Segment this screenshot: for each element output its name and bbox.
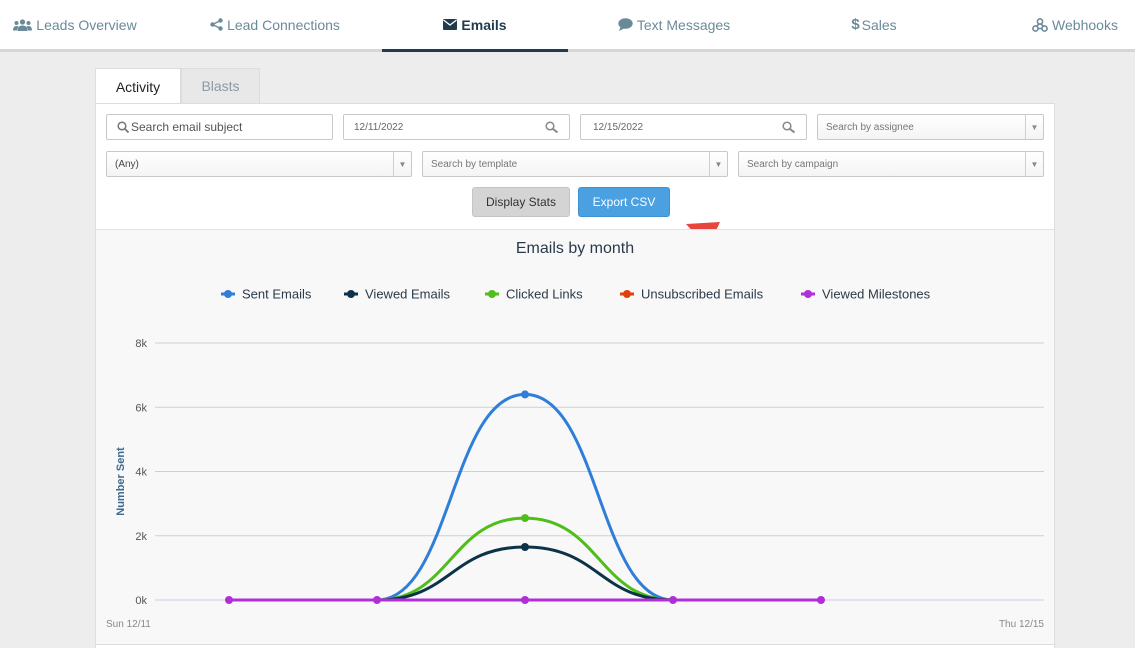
data-point bbox=[521, 596, 529, 604]
data-point bbox=[373, 596, 381, 604]
template-select[interactable]: Search by template ▼ bbox=[422, 151, 728, 177]
legend-label: Unsubscribed Emails bbox=[641, 287, 764, 302]
legend-marker bbox=[347, 290, 355, 298]
nav-webhooks[interactable]: Webhooks bbox=[1030, 0, 1120, 49]
chevron-down-icon: ▼ bbox=[1025, 152, 1043, 176]
y-tick-label: 8k bbox=[135, 338, 147, 350]
emails-chart: Emails by month 0k 2k 4k 6k 8k Number Sent Sun… bbox=[96, 229, 1054, 645]
legend-marker bbox=[804, 290, 812, 298]
legend-marker bbox=[623, 290, 631, 298]
nav-sales[interactable]: $ Sales bbox=[848, 0, 900, 49]
share-icon bbox=[210, 18, 223, 31]
search-icon bbox=[545, 121, 559, 137]
start-date-value: 12/11/2022 bbox=[354, 121, 404, 133]
template-placeholder: Search by template bbox=[431, 158, 518, 170]
start-date-input[interactable]: 12/11/2022 bbox=[343, 114, 570, 140]
campaign-placeholder: Search by campaign bbox=[747, 158, 839, 170]
nav-text-messages[interactable]: Text Messages bbox=[617, 0, 731, 49]
legend-label: Clicked Links bbox=[506, 287, 583, 302]
end-date-input[interactable]: 12/15/2022 bbox=[580, 114, 807, 140]
chart-canvas: 0k 2k 4k 6k 8k Number Sent Sun 12/11 Thu 12/15 S… bbox=[106, 287, 1044, 631]
search-icon bbox=[782, 121, 796, 137]
y-tick-label: 6k bbox=[135, 402, 147, 414]
legend-label: Viewed Emails bbox=[365, 287, 451, 302]
tab-blasts[interactable]: Blasts bbox=[181, 68, 260, 104]
nav-label: Emails bbox=[461, 16, 507, 33]
search-icon bbox=[117, 120, 130, 134]
data-point bbox=[817, 596, 825, 604]
assignee-placeholder: Search by assignee bbox=[826, 121, 914, 133]
panel-bottom-border bbox=[95, 644, 1055, 645]
nav-label: Leads Overview bbox=[36, 16, 137, 33]
nav-label: Sales bbox=[861, 16, 897, 33]
webhook-icon bbox=[1032, 17, 1048, 32]
status-select[interactable]: (Any) ▼ bbox=[106, 151, 412, 177]
display-stats-button[interactable]: Display Stats bbox=[472, 187, 570, 217]
email-subject-placeholder: Search email subject bbox=[131, 120, 243, 134]
status-value: (Any) bbox=[115, 158, 139, 170]
y-tick-label: 4k bbox=[135, 467, 147, 479]
chat-bubble-icon bbox=[618, 18, 633, 31]
users-icon bbox=[13, 18, 33, 31]
campaign-select[interactable]: Search by campaign ▼ bbox=[738, 151, 1044, 177]
end-date-value: 12/15/2022 bbox=[593, 121, 644, 133]
y-tick-label: 2k bbox=[135, 531, 147, 543]
chevron-down-icon: ▼ bbox=[1025, 115, 1043, 139]
x-tick-label: Thu 12/15 bbox=[999, 619, 1044, 630]
chevron-down-icon: ▼ bbox=[393, 152, 411, 176]
series-line bbox=[228, 545, 821, 602]
envelope-icon bbox=[443, 19, 458, 30]
nav-label: Lead Connections bbox=[227, 16, 340, 33]
series-line bbox=[228, 392, 821, 602]
data-point bbox=[669, 596, 677, 604]
data-point bbox=[521, 514, 529, 523]
data-point bbox=[521, 390, 529, 399]
x-tick-label: Sun 12/11 bbox=[106, 619, 151, 630]
chevron-down-icon: ▼ bbox=[709, 152, 727, 176]
y-tick-label: 0k bbox=[135, 595, 147, 607]
nav-lead-connections[interactable]: Lead Connections bbox=[208, 0, 342, 49]
legend-marker bbox=[224, 290, 232, 298]
export-csv-button[interactable]: Export CSV bbox=[578, 187, 670, 217]
legend-label: Viewed Milestones bbox=[822, 287, 931, 302]
y-axis-label: Number Sent bbox=[115, 447, 127, 516]
nav-emails[interactable]: Emails bbox=[382, 0, 568, 52]
tab-activity[interactable]: Activity bbox=[95, 68, 181, 104]
email-subject-search-input[interactable]: Search email subject bbox=[106, 114, 333, 140]
assignee-select[interactable]: Search by assignee ▼ bbox=[817, 114, 1044, 140]
series-line bbox=[228, 516, 821, 602]
legend-label: Sent Emails bbox=[242, 287, 312, 302]
data-point bbox=[225, 596, 233, 604]
data-point bbox=[521, 542, 529, 551]
dollar-icon: $ bbox=[851, 16, 860, 33]
nav-label: Webhooks bbox=[1052, 16, 1118, 33]
nav-label: Text Messages bbox=[636, 16, 731, 33]
legend-marker bbox=[488, 290, 496, 298]
nav-leads-overview[interactable]: Leads Overview bbox=[12, 0, 138, 49]
top-navigation: Leads Overview Lead Connections Emails T… bbox=[0, 0, 1135, 52]
